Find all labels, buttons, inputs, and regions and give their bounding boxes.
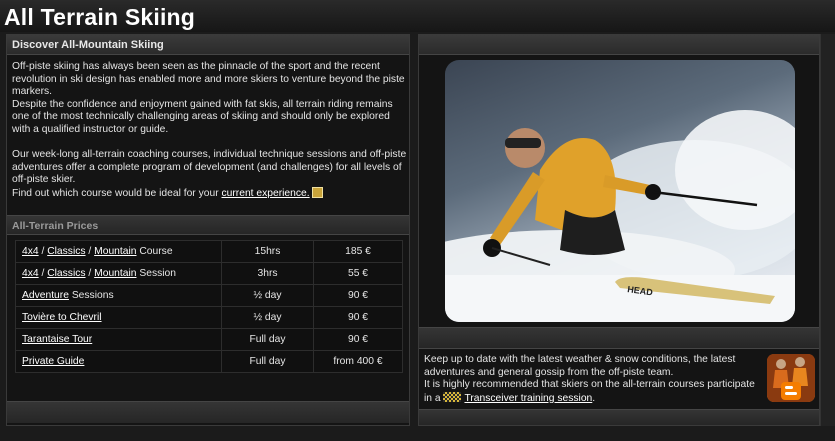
link-adventure[interactable]: Adventure	[22, 290, 69, 301]
right-panel-footer	[419, 409, 819, 425]
prices-table: 4x4 / Classics / Mountain Course 15hrs 1…	[15, 240, 403, 373]
link-private-guide[interactable]: Private Guide	[22, 356, 84, 367]
duration-cell: 15hrs	[221, 240, 314, 263]
course-name-cell: Tovière to Chevril	[15, 306, 222, 329]
course-name-cell: 4x4 / Classics / Mountain Session	[15, 262, 222, 285]
link-4x4[interactable]: 4x4	[22, 268, 39, 279]
table-row: Tarantaise Tour Full day 90 €	[15, 328, 403, 351]
blogger-graphic	[767, 354, 815, 402]
skier-photo: HEAD	[445, 60, 795, 322]
courses-panel: Discover All-Mountain Skiing Off-piste s…	[6, 34, 410, 426]
star-badge-icon[interactable]	[311, 186, 323, 198]
table-row: Adventure Sessions ½ day 90 €	[15, 284, 403, 307]
blog-text: Keep up to date with the latest weather …	[424, 354, 764, 405]
price-cell: 90 €	[313, 306, 403, 329]
blog-line-2: It is highly recommended that skiers on …	[424, 379, 764, 405]
transceiver-suffix: .	[592, 392, 596, 404]
link-mountain[interactable]: Mountain	[94, 246, 136, 257]
media-divider-bar	[419, 327, 819, 349]
price-cell: 185 €	[313, 240, 403, 263]
table-row: Private Guide Full day from 400 €	[15, 350, 403, 373]
transceiver-training-link[interactable]: Transceiver training session	[464, 393, 592, 404]
checkered-flag-icon	[443, 391, 462, 402]
link-4x4[interactable]: 4x4	[22, 246, 39, 257]
table-row: 4x4 / Classics / Mountain Session 3hrs 5…	[15, 262, 403, 285]
duration-cell: ½ day	[221, 306, 314, 329]
media-panel: HEAD Keep up to date with the latest wea…	[418, 34, 820, 426]
course-suffix: Course	[136, 246, 173, 257]
duration-cell: 3hrs	[221, 262, 314, 285]
price-cell: from 400 €	[313, 350, 403, 373]
price-cell: 90 €	[313, 328, 403, 351]
left-panel-footer	[7, 401, 409, 423]
course-suffix: Session	[136, 268, 176, 279]
page-title: All Terrain Skiing	[4, 4, 196, 30]
blog-line-1: Keep up to date with the latest weather …	[424, 354, 736, 378]
link-mountain[interactable]: Mountain	[94, 268, 136, 279]
course-suffix: Sessions	[68, 290, 114, 301]
link-classics[interactable]: Classics	[47, 268, 85, 279]
course-name-cell: Tarantaise Tour	[15, 328, 222, 351]
intro-text: Off-piste skiing has always been seen as…	[12, 61, 410, 201]
current-experience-link[interactable]: current experience.	[221, 188, 309, 199]
duration-cell: Full day	[221, 328, 314, 351]
table-row: Tovière to Chevril ½ day 90 €	[15, 306, 403, 329]
link-tarantaise-tour[interactable]: Tarantaise Tour	[22, 334, 92, 345]
blogger-icon[interactable]	[767, 354, 815, 402]
course-name-cell: 4x4 / Classics / Mountain Course	[15, 240, 222, 263]
price-cell: 90 €	[313, 284, 403, 307]
intro-header: Discover All-Mountain Skiing	[7, 35, 409, 55]
skier-illustration: HEAD	[445, 110, 795, 322]
intro-paragraph-3: Our week-long all-terrain coaching cours…	[12, 149, 407, 186]
link-toviere-to-chevril[interactable]: Tovière to Chevril	[22, 312, 102, 323]
duration-cell: ½ day	[221, 284, 314, 307]
table-row: 4x4 / Classics / Mountain Course 15hrs 1…	[15, 240, 403, 263]
course-name-cell: Private Guide	[15, 350, 222, 373]
prices-heading: All-Terrain Prices	[7, 215, 409, 235]
duration-cell: Full day	[221, 350, 314, 373]
link-classics[interactable]: Classics	[47, 246, 85, 257]
intro-paragraph-4: Find out which course would be ideal for…	[12, 186, 410, 201]
price-cell: 55 €	[313, 262, 403, 285]
experience-prefix: Find out which course would be ideal for…	[12, 187, 222, 199]
media-header	[419, 35, 819, 55]
page-scroll-edge	[820, 34, 835, 426]
intro-paragraph-2: Despite the confidence and enjoyment gai…	[12, 98, 393, 135]
intro-heading: Discover All-Mountain Skiing	[12, 39, 164, 51]
course-name-cell: Adventure Sessions	[15, 284, 222, 307]
intro-paragraph-1: Off-piste skiing has always been seen as…	[12, 61, 405, 98]
